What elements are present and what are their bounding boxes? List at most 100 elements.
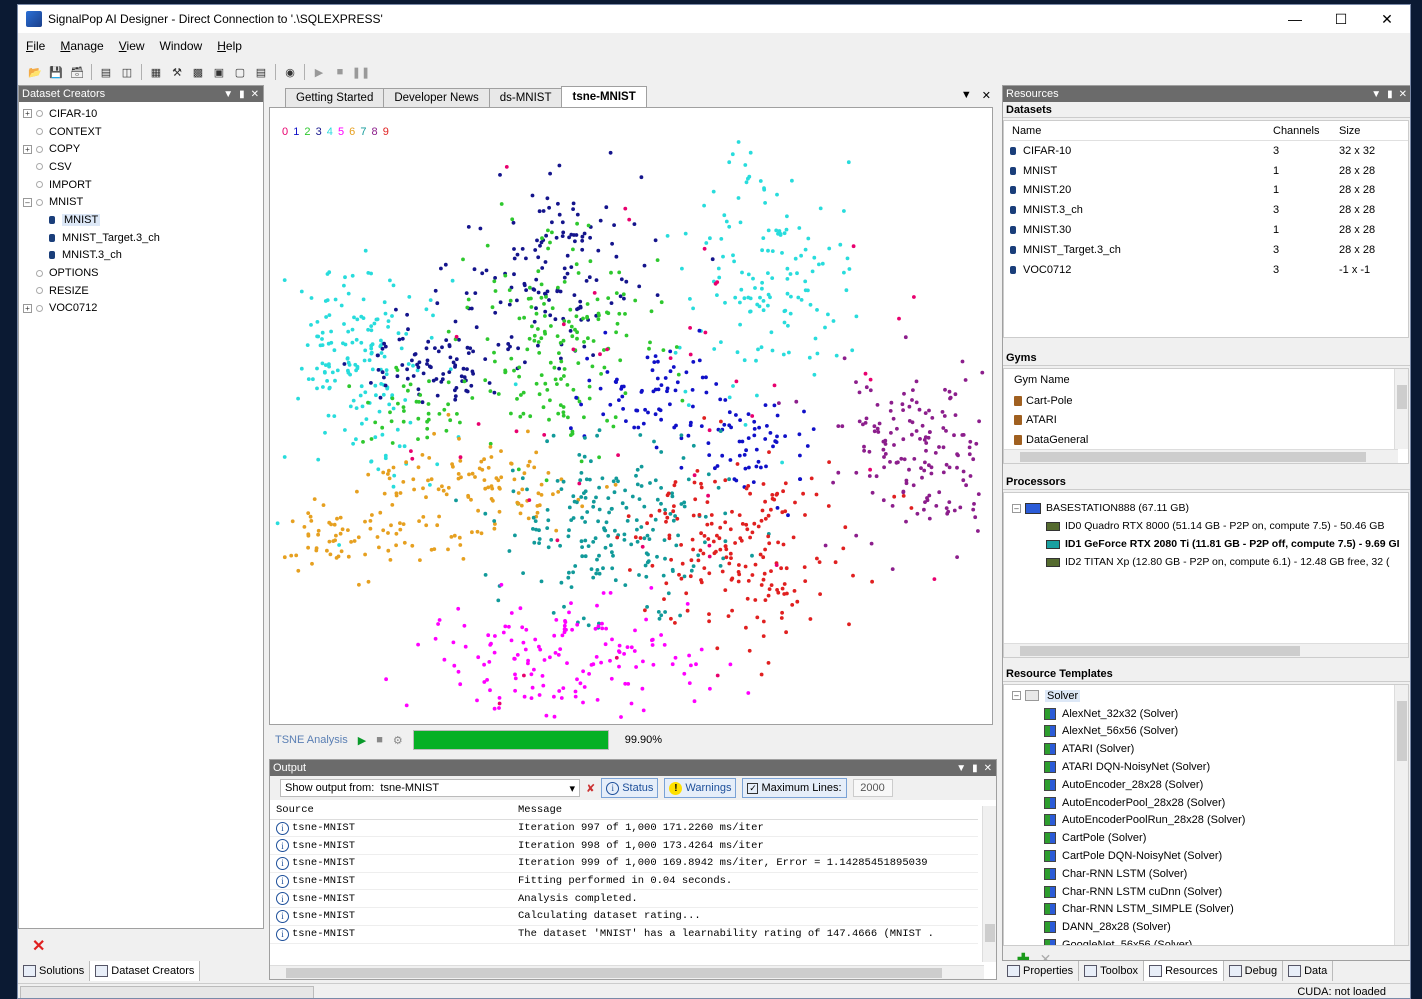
output-hscroll[interactable] — [270, 965, 984, 979]
save-all-icon[interactable]: 🗃 — [68, 63, 86, 81]
dataset-row-mnist20[interactable]: MNIST.20 1 28 x 28 — [1010, 181, 1408, 201]
tsne-plot[interactable]: 0 1 2 3 4 5 6 7 8 9 — [269, 107, 993, 725]
output-icon[interactable]: ▤ — [252, 63, 270, 81]
delete-icon[interactable]: ✕ — [32, 936, 45, 956]
templates-vscroll[interactable] — [1394, 685, 1408, 945]
template-item[interactable]: ATARI DQN-NoisyNet (Solver) — [1012, 758, 1408, 776]
close-button[interactable]: ✕ — [1364, 5, 1410, 33]
tree-item-copy[interactable]: + COPY — [23, 140, 259, 158]
tab-resources[interactable]: Resources — [1144, 961, 1224, 981]
solutions-icon[interactable]: ▤ — [97, 63, 115, 81]
resources-icon[interactable]: ▩ — [189, 63, 207, 81]
debug-icon[interactable]: ▣ — [210, 63, 228, 81]
tree-item-mnist[interactable]: – MNIST — [23, 193, 259, 211]
template-item[interactable]: Char-RNN LSTM (Solver) — [1012, 865, 1408, 883]
template-item[interactable]: ATARI (Solver) — [1012, 740, 1408, 758]
gym-cart-pole[interactable]: Cart-Pole — [1004, 391, 1408, 411]
show-output-combo[interactable]: Show output from: tsne-MNIST ▾ — [280, 779, 580, 797]
tab-developer-news[interactable]: Developer News — [383, 88, 490, 107]
output-row[interactable]: i tsne-MNIST Iteration 999 of 1,000 169.89… — [270, 855, 978, 873]
template-item[interactable]: GoogleNet_56x56 (Solver) — [1012, 936, 1408, 945]
menu-window[interactable]: Window — [160, 39, 203, 53]
tree-item-cifar10[interactable]: + CIFAR-10 — [23, 105, 259, 123]
tree-item-resize[interactable]: RESIZE — [23, 282, 259, 300]
menu-manage[interactable]: Manage — [60, 39, 103, 53]
gyms-vscroll[interactable] — [1394, 369, 1408, 449]
clear-output-icon[interactable]: ✘ — [586, 782, 595, 795]
dropdown-icon[interactable]: ▼ — [956, 763, 966, 774]
tree-item-csv[interactable]: CSV — [23, 158, 259, 176]
output-row[interactable]: i tsne-MNIST Iteration 998 of 1,000 173.42… — [270, 837, 978, 856]
output-row[interactable]: i tsne-MNIST Iteration 997 of 1,000 171.22… — [270, 820, 978, 838]
stop-icon[interactable]: ■ — [376, 734, 383, 746]
open-folder-icon[interactable]: 📂 — [26, 63, 44, 81]
station-node[interactable]: – BASESTATION888 (67.11 GB) — [1012, 499, 1408, 517]
template-item[interactable]: AutoEncoderPoolRun_28x28 (Solver) — [1012, 812, 1408, 830]
stop-icon[interactable]: ■ — [331, 63, 349, 81]
max-lines-input[interactable]: 2000 — [852, 779, 893, 797]
menu-view[interactable]: View — [119, 39, 145, 53]
dataset-row-mnist[interactable]: MNIST 1 28 x 28 — [1010, 161, 1408, 181]
close-icon[interactable]: ✕ — [984, 763, 992, 774]
output-row[interactable]: i tsne-MNIST Fitting performed in 0.04 sec… — [270, 873, 978, 891]
pause-icon[interactable]: ❚❚ — [352, 63, 370, 81]
status-toggle[interactable]: i Status — [601, 778, 659, 798]
tree-item-mnist-target[interactable]: MNIST_Target.3_ch — [23, 229, 259, 247]
dataset-row-mnist30[interactable]: MNIST.30 1 28 x 28 — [1010, 220, 1408, 240]
tree-item-mnist3ch[interactable]: MNIST.3_ch — [23, 247, 259, 265]
tab-list-icon[interactable]: ▼ — [961, 89, 972, 102]
tab-dataset-creators[interactable]: Dataset Creators — [90, 961, 201, 981]
processors-hscroll[interactable] — [1004, 643, 1408, 657]
tree-item-mnist-dataset[interactable]: MNIST — [23, 211, 259, 229]
dataset-row-mnist3ch[interactable]: MNIST.3_ch 3 28 x 28 — [1010, 200, 1408, 220]
tab-close-icon[interactable]: ✕ — [982, 89, 991, 102]
dropdown-icon[interactable]: ▼ — [223, 89, 233, 100]
pin-icon[interactable]: ▮ — [239, 89, 245, 100]
settings-icon[interactable]: ⚙ — [393, 734, 403, 747]
max-lines-toggle[interactable]: ✓ Maximum Lines: — [742, 778, 847, 798]
data-icon[interactable]: ▢ — [231, 63, 249, 81]
tab-properties[interactable]: Properties — [1002, 961, 1080, 981]
minimize-button[interactable]: — — [1272, 5, 1318, 33]
remove-icon[interactable]: ✕ — [1040, 951, 1052, 961]
toolbox-icon[interactable]: ⚒ — [168, 63, 186, 81]
gyms-hscroll[interactable] — [1004, 449, 1398, 463]
maximize-button[interactable]: ☐ — [1318, 5, 1364, 33]
tree-item-voc0712[interactable]: + VOC0712 — [23, 300, 259, 318]
gpu-id0[interactable]: ID0 Quadro RTX 8000 (51.14 GB - P2P on, … — [1012, 517, 1408, 535]
close-icon[interactable]: ✕ — [251, 89, 259, 100]
tab-toolbox[interactable]: Toolbox — [1079, 961, 1145, 981]
template-item[interactable]: Char-RNN LSTM cuDnn (Solver) — [1012, 883, 1408, 901]
pin-icon[interactable]: ▮ — [972, 763, 978, 774]
tab-ds-mnist[interactable]: ds-MNIST — [488, 88, 563, 107]
pin-icon[interactable]: ▮ — [1387, 89, 1393, 100]
menu-file[interactable]: File — [26, 39, 45, 53]
template-item[interactable]: AutoEncoder_28x28 (Solver) — [1012, 776, 1408, 794]
tab-debug[interactable]: Debug — [1224, 961, 1284, 981]
tab-solutions[interactable]: Solutions — [18, 961, 91, 981]
dataset-row-cifar10[interactable]: CIFAR-10 3 32 x 32 — [1010, 141, 1408, 161]
template-item[interactable]: CartPole (Solver) — [1012, 829, 1408, 847]
template-item[interactable]: DANN_28x28 (Solver) — [1012, 918, 1408, 936]
tab-tsne-mnist[interactable]: tsne-MNIST — [561, 86, 647, 107]
gpu-id1[interactable]: ID1 GeForce RTX 2080 Ti (11.81 GB - P2P … — [1012, 535, 1408, 553]
menu-help[interactable]: Help — [217, 39, 242, 53]
tab-data[interactable]: Data — [1283, 961, 1334, 981]
output-row[interactable]: i tsne-MNIST Calculating dataset rating... — [270, 908, 978, 926]
template-item[interactable]: AutoEncoderPool_28x28 (Solver) — [1012, 794, 1408, 812]
gym-datageneral[interactable]: DataGeneral — [1004, 430, 1408, 450]
save-icon[interactable]: 💾 — [47, 63, 65, 81]
add-icon[interactable]: ✚ — [1017, 950, 1030, 960]
dataset-row-voc0712[interactable]: VOC0712 3 -1 x -1 — [1010, 260, 1408, 280]
connect-icon[interactable]: ◉ — [281, 63, 299, 81]
tab-getting-started[interactable]: Getting Started — [285, 88, 385, 107]
tree-item-context[interactable]: CONTEXT — [23, 123, 259, 141]
tree-item-import[interactable]: IMPORT — [23, 176, 259, 194]
template-item[interactable]: Char-RNN LSTM_SIMPLE (Solver) — [1012, 901, 1408, 919]
output-row[interactable]: i tsne-MNIST Analysis completed. — [270, 890, 978, 909]
dropdown-icon[interactable]: ▼ — [1371, 89, 1381, 100]
dataset-creator-icon[interactable]: ◫ — [118, 63, 136, 81]
template-item[interactable]: AlexNet_56x56 (Solver) — [1012, 723, 1408, 741]
template-item[interactable]: AlexNet_32x32 (Solver) — [1012, 705, 1408, 723]
run-icon[interactable]: ▶ — [358, 734, 366, 747]
